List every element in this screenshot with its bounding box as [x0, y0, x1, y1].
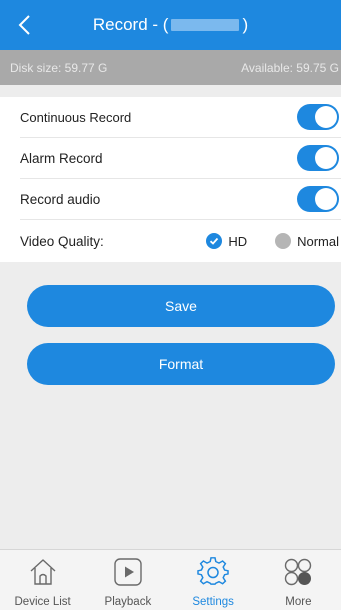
format-button[interactable]: Format — [27, 343, 335, 385]
video-quality-label: Video Quality: — [20, 233, 104, 249]
record-audio-label: Record audio — [20, 191, 101, 207]
alarm-record-label: Alarm Record — [20, 150, 103, 166]
quality-option-hd[interactable]: HD — [206, 233, 247, 249]
toggle-knob — [315, 188, 337, 210]
navigation-bar: Record - ( ) — [0, 0, 341, 50]
toggle-knob — [315, 106, 337, 128]
tab-device-list-label: Device List — [14, 596, 71, 608]
home-icon — [25, 554, 61, 590]
video-quality-options: HD Normal — [206, 233, 339, 249]
alarm-record-row: Alarm Record — [20, 138, 341, 179]
save-button[interactable]: Save — [27, 285, 335, 327]
disk-info-bar: Disk size: 59.77 G Available: 59.75 G — [0, 50, 341, 85]
alarm-record-toggle[interactable] — [297, 145, 339, 171]
tab-playback[interactable]: Playback — [85, 550, 170, 610]
toggle-knob — [315, 147, 337, 169]
tab-settings[interactable]: Settings — [171, 550, 256, 610]
tab-playback-label: Playback — [104, 596, 152, 608]
tab-more-label: More — [285, 596, 312, 608]
quality-option-normal-label: Normal — [297, 233, 339, 249]
bottom-tab-bar: Device List Playback Settings More — [0, 549, 341, 610]
more-circles-icon — [280, 554, 316, 590]
quality-option-hd-label: HD — [228, 233, 248, 249]
record-settings-list: Continuous Record Alarm Record Record au… — [0, 97, 341, 262]
tab-settings-label: Settings — [192, 596, 234, 608]
record-audio-toggle[interactable] — [297, 186, 339, 212]
video-quality-row: Video Quality: HD Normal — [20, 220, 341, 262]
page-title-suffix: ) — [242, 15, 249, 34]
continuous-record-label: Continuous Record — [20, 109, 132, 125]
page-title-prefix: Record - ( — [92, 15, 169, 34]
continuous-record-row: Continuous Record — [20, 97, 341, 138]
page-title: Record - ( ) — [0, 0, 341, 50]
continuous-record-toggle[interactable] — [297, 104, 339, 130]
disk-size-text: Disk size: 59.77 G — [10, 60, 108, 75]
quality-option-normal[interactable]: Normal — [275, 233, 339, 249]
tab-more[interactable]: More — [256, 550, 341, 610]
radio-unselected-icon — [275, 233, 292, 249]
gear-icon — [195, 554, 231, 590]
redacted-device-name — [171, 19, 240, 31]
record-audio-row: Record audio — [20, 179, 341, 220]
play-icon — [110, 554, 146, 590]
tab-device-list[interactable]: Device List — [0, 550, 85, 610]
checkmark-icon — [206, 233, 223, 249]
disk-available-text: Available: 59.75 G — [241, 60, 339, 75]
